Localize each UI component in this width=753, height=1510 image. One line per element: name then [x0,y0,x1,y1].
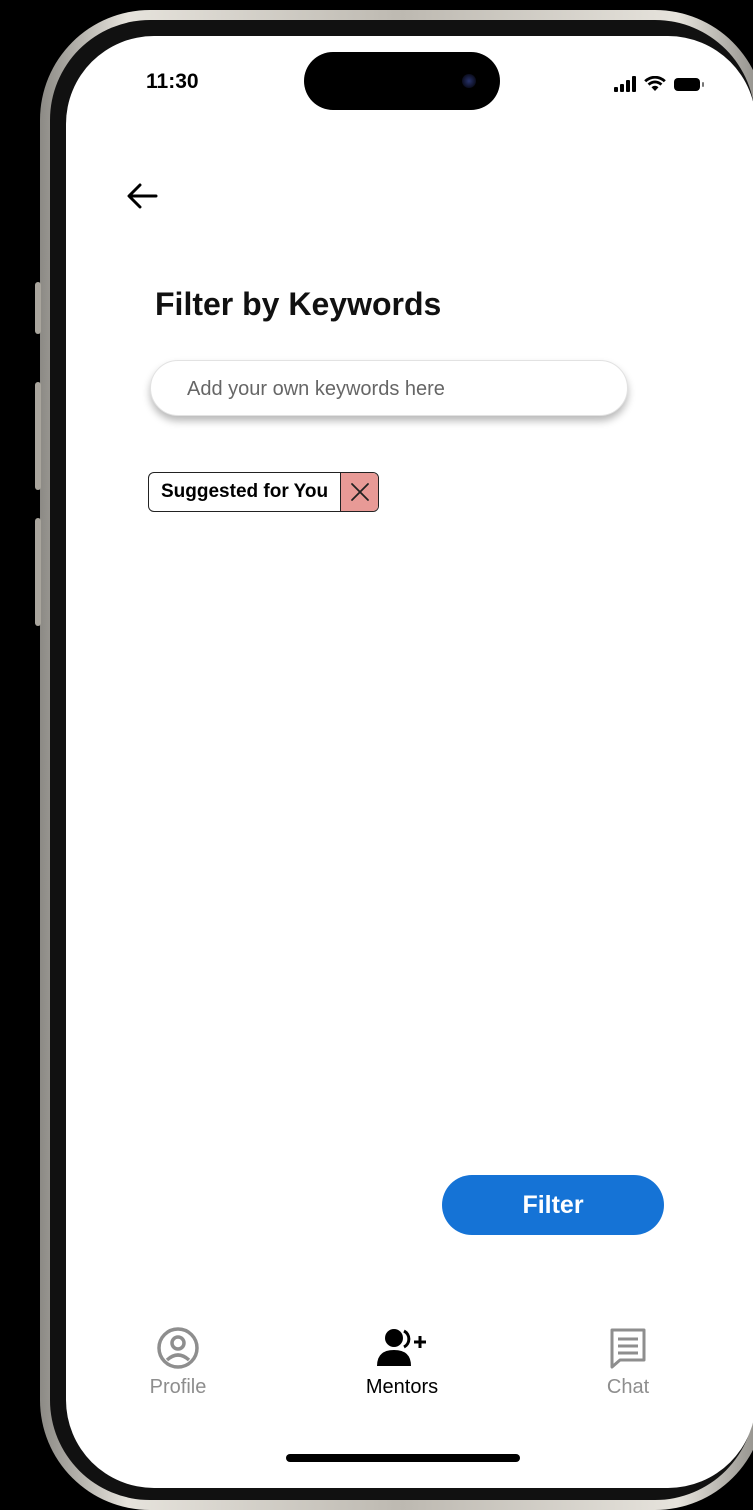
nav-label-chat: Chat [606,1376,650,1398]
nav-item-mentors[interactable]: Mentors [332,1326,472,1399]
keyword-chip-label: Suggested for You [161,481,329,502]
status-bar: 11:30 [66,36,753,136]
profile-icon [157,1327,199,1369]
dynamic-island [304,52,500,110]
keyword-search-field[interactable] [150,360,628,417]
keyword-chip[interactable]: Suggested for You [148,472,380,512]
filter-button[interactable]: Filter [442,1175,664,1235]
status-time: 11:30 [146,70,199,93]
nav-label-mentors: Mentors [365,1376,439,1398]
chat-icon [610,1328,646,1369]
side-button-action [35,282,41,334]
camera-icon [462,74,476,88]
close-icon[interactable] [340,473,379,511]
page-title: Filter by Keywords [155,286,442,322]
nav-label-profile: Profile [149,1376,207,1398]
phone-screen: 11:30 Filter by Keywords Suggested for Y… [66,36,753,1488]
side-button-volume-up [35,382,41,490]
signal-icon [614,76,636,92]
nav-item-chat[interactable]: Chat [558,1326,698,1399]
add-mentor-icon [377,1329,426,1366]
battery-icon [674,77,704,91]
keyword-search-input[interactable] [185,361,609,417]
back-arrow-icon[interactable] [122,176,162,216]
side-button-volume-down [35,518,41,626]
wifi-icon [644,76,666,91]
status-icons [614,74,704,94]
home-indicator [286,1454,520,1462]
nav-item-profile[interactable]: Profile [108,1326,248,1399]
